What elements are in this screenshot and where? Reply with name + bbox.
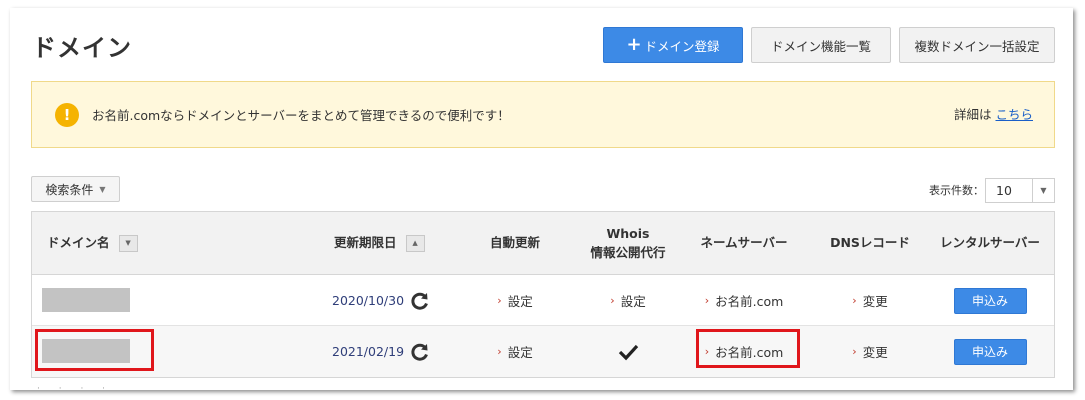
domain-table: ドメイン名 ▼ 更新期限日 ▲ 自動更新 Whois 情報公開代行 ネームサーバ… [31, 211, 1055, 378]
col-whois-line2: 情報公開代行 [590, 244, 666, 260]
col-expiry: 更新期限日 ▲ [334, 212, 425, 275]
chevron-right-icon: › [852, 345, 857, 358]
search-filter-label: 検索条件 [45, 182, 94, 197]
warning-icon: ! [55, 102, 79, 127]
bulk-settings-button[interactable]: 複数ドメイン一括設定 [899, 27, 1055, 63]
expiry-date: 2021/02/19 [332, 344, 405, 359]
notice-detail-link[interactable]: こちら [995, 107, 1033, 122]
col-domain-name-label: ドメイン名 [47, 235, 110, 251]
expiry-date: 2020/10/30 [332, 293, 405, 308]
col-auto-renew: 自動更新 [489, 235, 540, 251]
col-dns: DNSレコード [830, 235, 910, 251]
dns-label: 変更 [862, 345, 888, 360]
col-expiry-label: 更新期限日 [334, 235, 397, 251]
chevron-down-icon: ▼ [1032, 179, 1054, 202]
notice-text: お名前.comならドメインとサーバーをまとめて管理できるので便利です！ [92, 108, 510, 123]
check-icon [617, 343, 639, 361]
highlight-box-domain [35, 329, 154, 371]
notice-detail-prefix: 詳細は [953, 107, 992, 122]
page-title: ドメイン [32, 34, 132, 62]
rental-apply-button[interactable]: 申込み [953, 338, 1027, 365]
expiry-cell: 2021/02/19 [332, 326, 430, 377]
register-domain-label: ドメイン登録 [644, 38, 720, 54]
search-filter-button[interactable]: 検索条件 ▼ [31, 176, 120, 202]
auto-renew-label: 設定 [507, 294, 533, 309]
col-rental: レンタルサーバー [940, 235, 1040, 251]
dns-link[interactable]: › 変更 [818, 326, 922, 377]
plus-icon: + [626, 34, 642, 55]
auto-renew-label: 設定 [507, 345, 533, 360]
chevron-right-icon: › [497, 294, 502, 307]
domain-features-button[interactable]: ドメイン機能一覧 [751, 27, 891, 63]
register-domain-button[interactable]: + ドメイン登録 [603, 27, 743, 63]
table-header: ドメイン名 ▼ 更新期限日 ▲ 自動更新 Whois 情報公開代行 ネームサーバ… [32, 212, 1054, 275]
cutoff-text: · · · · [37, 384, 114, 390]
col-whois-line1: Whois [606, 226, 650, 242]
table-row: 2021/02/19 › 設定 › お名前.com › 変更 申込み [32, 326, 1054, 377]
highlight-box-nameserver [696, 329, 800, 368]
table-row: 2020/10/30 › 設定 › 設定 › お名前.com › 変更 申込み [32, 275, 1054, 326]
auto-renew-link[interactable]: › 設定 [472, 326, 558, 377]
rental-apply-button[interactable]: 申込み [953, 287, 1027, 314]
sort-down-icon[interactable]: ▼ [118, 235, 138, 252]
col-whois: Whois 情報公開代行 [572, 212, 684, 275]
info-notice: ! お名前.comならドメインとサーバーをまとめて管理できるので便利です！ 詳細… [31, 81, 1055, 148]
chevron-right-icon: › [704, 294, 710, 307]
nameserver-label: お名前.com [715, 294, 784, 309]
display-count-label: 表示件数： [929, 184, 984, 197]
chevron-right-icon: › [610, 294, 615, 307]
nameserver-link[interactable]: › お名前.com [687, 275, 801, 326]
chevron-right-icon: › [852, 294, 857, 307]
notice-detail: 詳細は こちら [954, 104, 1033, 123]
auto-renew-icon [410, 291, 430, 311]
whois-link[interactable]: › 設定 [572, 275, 684, 326]
whois-label: 設定 [620, 294, 646, 309]
col-domain-name: ドメイン名 ▼ [47, 212, 138, 275]
dns-label: 変更 [862, 294, 888, 309]
whois-cell [572, 326, 684, 377]
masked-domain-name [42, 288, 130, 312]
expiry-cell: 2020/10/30 [332, 275, 430, 326]
display-count-value: 10 [996, 183, 1012, 198]
rental-cell: 申込み [928, 326, 1052, 377]
dns-link[interactable]: › 変更 [818, 275, 922, 326]
page-frame: ドメイン + ドメイン登録 ドメイン機能一覧 複数ドメイン一括設定 ! お名前.… [10, 8, 1073, 390]
auto-renew-link[interactable]: › 設定 [472, 275, 558, 326]
sort-up-icon[interactable]: ▲ [405, 235, 425, 252]
caret-down-icon: ▼ [99, 184, 106, 194]
chevron-right-icon: › [497, 345, 502, 358]
rental-cell: 申込み [928, 275, 1052, 326]
display-count-select[interactable]: 10 ▼ [985, 178, 1055, 203]
col-nameserver: ネームサーバー [700, 235, 788, 251]
auto-renew-icon [410, 342, 430, 362]
